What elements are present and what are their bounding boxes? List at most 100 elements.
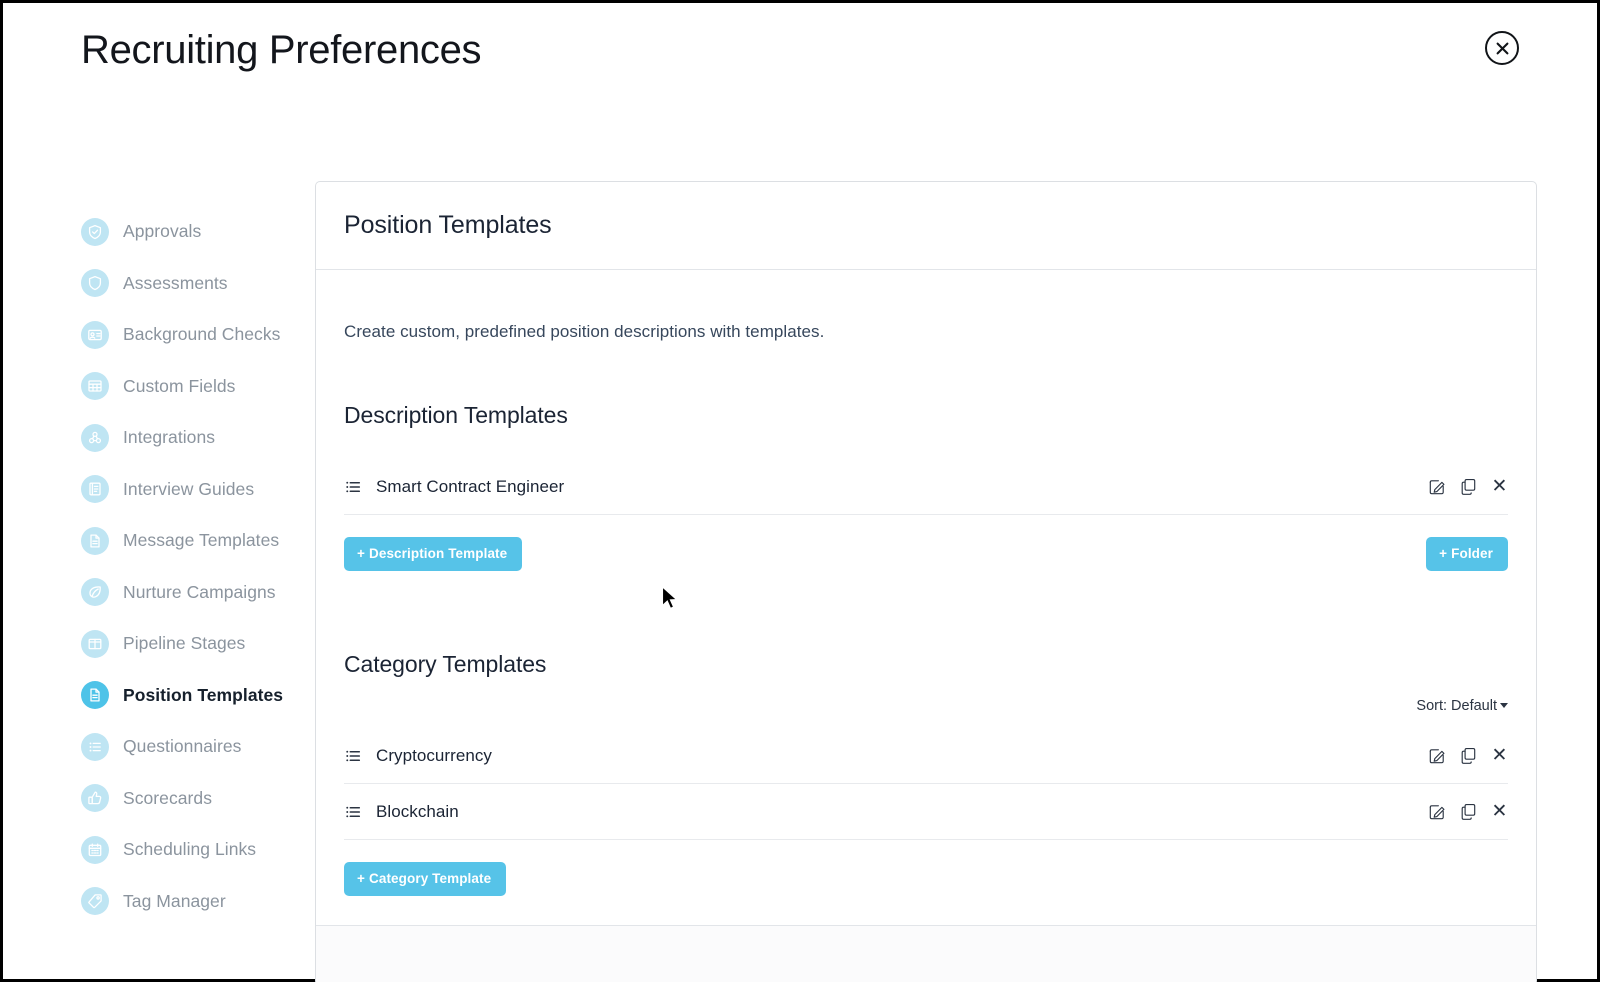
book-icon (87, 481, 103, 497)
close-button[interactable] (1485, 31, 1519, 65)
sidebar-item-questionnaires[interactable]: Questionnaires (81, 721, 296, 773)
drag-handle[interactable] (344, 747, 362, 765)
template-name: Smart Contract Engineer (376, 477, 1429, 497)
delete-button[interactable]: ✕ (1491, 803, 1508, 820)
delete-button[interactable]: ✕ (1491, 478, 1508, 495)
sort-dropdown[interactable]: Sort: Default (1416, 698, 1508, 714)
shield-icon-wrapper (81, 269, 109, 297)
sidebar-item-label: Assessments (123, 273, 228, 294)
shield-check-icon (87, 224, 103, 240)
shield-check-icon-wrapper (81, 218, 109, 246)
edit-button[interactable] (1429, 747, 1446, 764)
description-templates-list: Smart Contract Engineer ✕ (344, 459, 1508, 515)
document-icon-wrapper (81, 527, 109, 555)
list-icon-wrapper (81, 733, 109, 761)
puzzle-nodes-icon-wrapper (81, 424, 109, 452)
card-header: Position Templates (316, 182, 1536, 270)
drag-handle-icon (344, 803, 362, 821)
add-description-template-button[interactable]: +Description Template (344, 537, 522, 571)
sidebar-item-label: Approvals (123, 221, 201, 242)
sort-label: Sort: Default (1416, 698, 1497, 714)
sidebar-item-label: Position Templates (123, 685, 283, 706)
columns-icon (87, 636, 103, 652)
sidebar-item-label: Tag Manager (123, 891, 226, 912)
sidebar-item-message-templates[interactable]: Message Templates (81, 515, 296, 567)
sidebar-item-label: Pipeline Stages (123, 633, 245, 654)
delete-button[interactable]: ✕ (1491, 747, 1508, 764)
position-templates-card: Position Templates Create custom, predef… (315, 181, 1537, 982)
sidebar-item-approvals[interactable]: Approvals (81, 206, 296, 258)
sidebar-item-scorecards[interactable]: Scorecards (81, 773, 296, 825)
description-templates-heading: Description Templates (344, 402, 1508, 429)
page-title: Recruiting Preferences (81, 28, 481, 73)
template-row[interactable]: Blockchain ✕ (344, 784, 1508, 840)
grid-table-icon (87, 378, 103, 394)
duplicate-button[interactable] (1460, 747, 1477, 764)
sidebar-item-scheduling-links[interactable]: Scheduling Links (81, 824, 296, 876)
sidebar-item-label: Questionnaires (123, 736, 241, 757)
template-name: Blockchain (376, 802, 1429, 822)
sidebar-item-nurture-campaigns[interactable]: Nurture Campaigns (81, 567, 296, 619)
close-icon (1495, 41, 1510, 56)
duplicate-button[interactable] (1460, 803, 1477, 820)
thumbs-up-icon-wrapper (81, 784, 109, 812)
sidebar-item-label: Background Checks (123, 324, 280, 345)
edit-icon (1429, 747, 1446, 764)
puzzle-nodes-icon (87, 430, 103, 446)
description-buttons-row: +Description Template +Folder (344, 537, 1508, 571)
card-title: Position Templates (344, 211, 552, 240)
add-folder-button[interactable]: +Folder (1426, 537, 1508, 571)
drag-handle-icon (344, 747, 362, 765)
row-actions: ✕ (1429, 803, 1508, 820)
card-body: Create custom, predefined position descr… (316, 270, 1536, 896)
category-buttons-row: +Category Template (344, 862, 1508, 896)
page-header: Recruiting Preferences (3, 3, 1597, 113)
columns-icon-wrapper (81, 630, 109, 658)
template-row[interactable]: Smart Contract Engineer ✕ (344, 459, 1508, 515)
document-icon (87, 533, 103, 549)
document-icon (87, 687, 103, 703)
calendar-icon (87, 842, 103, 858)
duplicate-icon (1460, 803, 1477, 820)
add-category-template-button[interactable]: +Category Template (344, 862, 506, 896)
drag-handle[interactable] (344, 803, 362, 821)
list-icon (87, 739, 103, 755)
plus-icon: + (357, 546, 365, 561)
edit-button[interactable] (1429, 478, 1446, 495)
sidebar-item-pipeline-stages[interactable]: Pipeline Stages (81, 618, 296, 670)
category-templates-heading: Category Templates (344, 651, 1508, 678)
sidebar-item-background-checks[interactable]: Background Checks (81, 309, 296, 361)
sort-row: Sort: Default (344, 698, 1508, 714)
sidebar-item-integrations[interactable]: Integrations (81, 412, 296, 464)
sidebar-item-custom-fields[interactable]: Custom Fields (81, 361, 296, 413)
sidebar-item-label: Custom Fields (123, 376, 236, 397)
sidebar-item-label: Integrations (123, 427, 215, 448)
row-actions: ✕ (1429, 478, 1508, 495)
edit-button[interactable] (1429, 803, 1446, 820)
add-folder-label: Folder (1451, 546, 1493, 561)
sidebar-item-label: Nurture Campaigns (123, 582, 276, 603)
id-card-icon-wrapper (81, 321, 109, 349)
drag-handle[interactable] (344, 478, 362, 496)
card-footer (316, 925, 1536, 982)
edit-icon (1429, 478, 1446, 495)
grid-table-icon-wrapper (81, 372, 109, 400)
add-category-template-label: Category Template (369, 871, 491, 886)
leaf-icon (87, 584, 103, 600)
duplicate-icon (1460, 747, 1477, 764)
book-icon-wrapper (81, 475, 109, 503)
id-card-icon (87, 327, 103, 343)
chevron-down-icon (1500, 703, 1508, 708)
duplicate-icon (1460, 478, 1477, 495)
sidebar-item-assessments[interactable]: Assessments (81, 258, 296, 310)
sidebar-item-label: Message Templates (123, 530, 279, 551)
duplicate-button[interactable] (1460, 478, 1477, 495)
template-name: Cryptocurrency (376, 746, 1429, 766)
document-icon-wrapper (81, 681, 109, 709)
sidebar-item-interview-guides[interactable]: Interview Guides (81, 464, 296, 516)
sidebar-item-tag-manager[interactable]: Tag Manager (81, 876, 296, 928)
sidebar-item-position-templates[interactable]: Position Templates (81, 670, 296, 722)
leaf-icon-wrapper (81, 578, 109, 606)
template-row[interactable]: Cryptocurrency ✕ (344, 728, 1508, 784)
calendar-icon-wrapper (81, 836, 109, 864)
